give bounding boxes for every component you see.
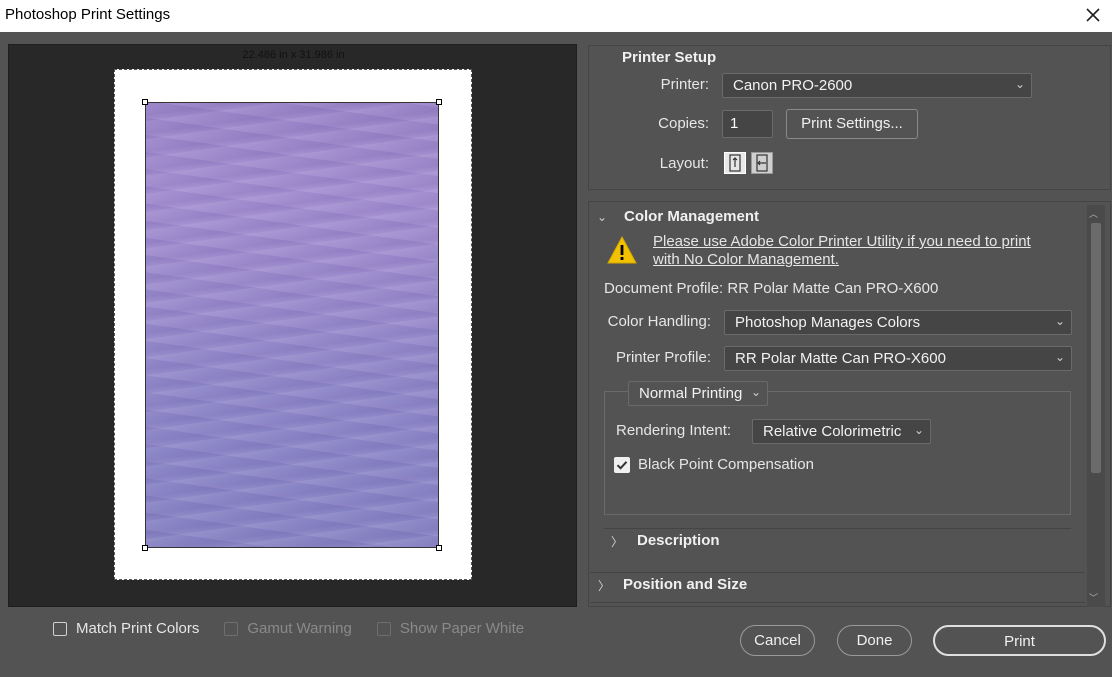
landscape-layout-icon[interactable] bbox=[751, 152, 773, 174]
printer-profile-select[interactable]: RR Polar Matte Can PRO-X600 ⌄ bbox=[724, 346, 1072, 371]
checkbox-label: Gamut Warning bbox=[247, 620, 352, 637]
window-title: Photoshop Print Settings bbox=[5, 6, 171, 23]
section-divider bbox=[590, 572, 1085, 573]
printer-select-value: Canon PRO-2600 bbox=[733, 77, 853, 94]
section-divider bbox=[604, 528, 1071, 529]
layout-label: Layout: bbox=[659, 155, 709, 172]
printer-label: Printer: bbox=[660, 76, 709, 93]
chevron-down-icon: ⌄ bbox=[913, 423, 924, 437]
print-button[interactable]: Print bbox=[933, 625, 1106, 656]
color-panel-scrollbar[interactable]: ︿ ﹀ bbox=[1087, 205, 1105, 607]
paper-sheet bbox=[114, 69, 472, 580]
rendering-intent-value: Relative Colorimetric bbox=[763, 423, 902, 440]
resize-handle-top-left[interactable] bbox=[142, 99, 148, 105]
black-point-compensation-label: Black Point Compensation bbox=[638, 456, 814, 473]
scroll-down-icon[interactable]: ﹀ bbox=[1089, 591, 1098, 604]
close-button[interactable] bbox=[1080, 2, 1106, 28]
rendering-intent-label: Rendering Intent: bbox=[616, 422, 732, 439]
resize-handle-bottom-left[interactable] bbox=[142, 545, 148, 551]
printer-profile-value: RR Polar Matte Can PRO-X600 bbox=[735, 350, 946, 367]
cancel-button[interactable]: Cancel bbox=[740, 625, 815, 656]
print-preview: 22.486 in x 31.986 in bbox=[8, 44, 577, 607]
printing-mode-value: Normal Printing bbox=[639, 385, 743, 402]
printing-mode-select[interactable]: Normal Printing ⌄ bbox=[628, 381, 768, 406]
portrait-layout-icon[interactable] bbox=[724, 152, 746, 174]
copies-value: 1 bbox=[730, 115, 739, 132]
resize-handle-top-right[interactable] bbox=[436, 99, 442, 105]
chevron-down-icon: ⌄ bbox=[1054, 314, 1065, 328]
color-handling-select[interactable]: Photoshop Manages Colors ⌄ bbox=[724, 310, 1072, 335]
color-handling-value: Photoshop Manages Colors bbox=[735, 314, 921, 331]
rendering-intent-select[interactable]: Relative Colorimetric ⌄ bbox=[752, 419, 931, 444]
chevron-right-icon[interactable]: 〉 bbox=[611, 533, 623, 550]
checkbox-label: Match Print Colors bbox=[76, 620, 200, 637]
warning-icon bbox=[606, 235, 638, 270]
close-icon bbox=[1086, 8, 1100, 22]
document-profile-text: Document Profile: RR Polar Matte Can PRO… bbox=[604, 280, 939, 297]
preview-options: Match Print Colors Gamut Warning Show Pa… bbox=[53, 620, 549, 637]
printing-options-group bbox=[604, 391, 1071, 515]
copies-label: Copies: bbox=[658, 115, 709, 132]
checkbox-box[interactable] bbox=[224, 621, 239, 636]
paper-size-label: 22.486 in x 31.986 in bbox=[242, 49, 345, 61]
done-button[interactable]: Done bbox=[837, 625, 912, 656]
checkbox-box[interactable] bbox=[53, 621, 67, 636]
section-divider bbox=[590, 602, 1085, 603]
checkbox-box[interactable] bbox=[376, 621, 391, 636]
chevron-down-icon: ⌄ bbox=[1014, 77, 1025, 91]
copies-input[interactable]: 1 bbox=[722, 110, 773, 138]
checkmark-icon bbox=[616, 461, 628, 470]
checkbox-label: Show Paper White bbox=[399, 620, 525, 637]
match-print-colors-checkbox[interactable]: Match Print Colors bbox=[53, 620, 199, 637]
position-and-size-section-header[interactable]: Position and Size bbox=[623, 576, 747, 593]
printer-profile-label: Printer Profile: bbox=[615, 349, 711, 366]
chevron-right-icon[interactable]: 〉 bbox=[598, 577, 610, 594]
scroll-up-icon[interactable]: ︿ bbox=[1089, 207, 1098, 220]
resize-handle-bottom-right[interactable] bbox=[436, 545, 442, 551]
printer-select[interactable]: Canon PRO-2600 ⌄ bbox=[722, 73, 1032, 98]
chevron-down-icon: ⌄ bbox=[750, 385, 761, 399]
chevron-down-icon: ⌄ bbox=[1054, 350, 1065, 364]
color-management-title[interactable]: Color Management bbox=[624, 208, 759, 225]
chevron-down-icon[interactable]: ⌄ bbox=[597, 210, 607, 224]
description-section-header[interactable]: Description bbox=[637, 532, 720, 549]
print-image[interactable] bbox=[145, 102, 439, 548]
black-point-compensation-checkbox[interactable] bbox=[614, 457, 630, 473]
show-paper-white-checkbox[interactable]: Show Paper White bbox=[376, 620, 525, 637]
title-bar: Photoshop Print Settings bbox=[0, 0, 1112, 32]
color-utility-link[interactable]: Please use Adobe Color Printer Utility i… bbox=[653, 233, 1053, 269]
scrollbar-thumb[interactable] bbox=[1091, 223, 1101, 473]
print-settings-button[interactable]: Print Settings... bbox=[786, 109, 918, 139]
gamut-warning-checkbox[interactable]: Gamut Warning bbox=[224, 620, 352, 637]
color-handling-label: Color Handling: bbox=[607, 313, 711, 330]
printer-setup-title: Printer Setup bbox=[622, 49, 717, 66]
